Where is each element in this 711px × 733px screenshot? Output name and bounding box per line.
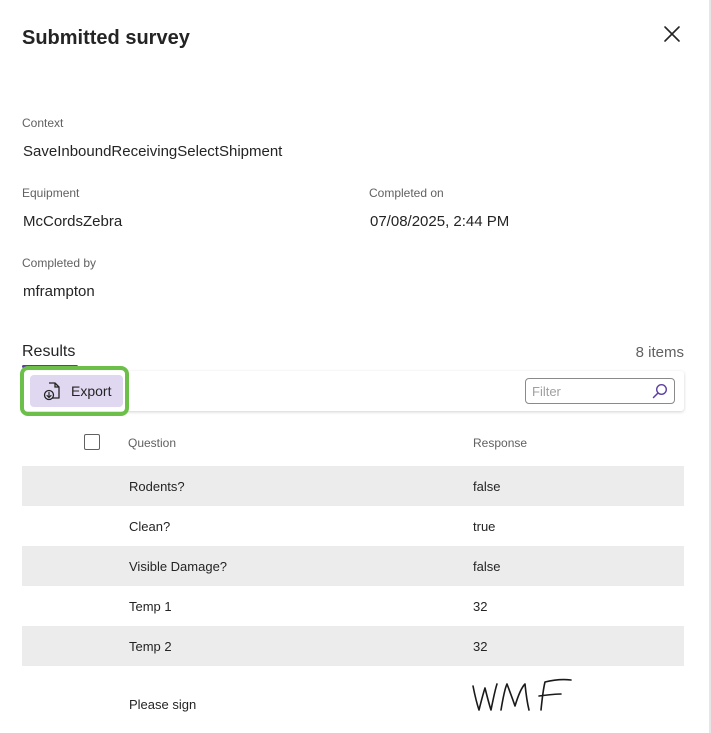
response-cell: 32 [473,639,488,654]
completed-on-value: 07/08/2025, 2:44 PM [370,213,510,230]
export-button[interactable]: Export [30,375,123,407]
signature-image [472,678,572,711]
close-icon [664,26,680,42]
column-header-response[interactable]: Response [473,436,527,450]
response-cell: false [473,559,501,574]
items-count: 8 items [635,344,684,361]
panel-title: Submitted survey [22,27,190,49]
select-all-checkbox[interactable] [84,434,100,450]
export-icon [43,382,60,401]
question-cell: Temp 2 [129,639,172,654]
completed-by-value: mframpton [23,283,95,300]
table-row[interactable]: Temp 1 32 [22,586,684,626]
filter-field[interactable] [525,378,675,404]
search-icon[interactable] [652,383,668,399]
tab-results[interactable]: Results [22,343,75,361]
question-cell: Please sign [129,697,197,712]
question-cell: Temp 1 [129,599,172,614]
completed-on-label: Completed on [369,186,444,200]
response-cell: true [473,519,496,534]
filter-input[interactable] [532,382,642,400]
submitted-survey-panel: Submitted survey Context SaveInboundRece… [0,0,711,733]
table-row[interactable]: Clean? true [22,506,684,546]
context-value: SaveInboundReceivingSelectShipment [23,143,283,160]
question-cell: Rodents? [129,479,185,494]
close-button[interactable] [660,22,684,46]
table-row[interactable]: Rodents? false [22,466,684,506]
export-label: Export [71,383,112,399]
equipment-label: Equipment [22,186,80,200]
question-cell: Clean? [129,519,171,534]
table-row[interactable]: Visible Damage? false [22,546,684,586]
table-row[interactable]: Please sign [22,666,684,733]
context-label: Context [22,116,64,130]
column-header-question[interactable]: Question [128,436,176,450]
response-cell: 32 [473,599,488,614]
equipment-value: McCordsZebra [23,213,123,230]
completed-by-label: Completed by [22,256,97,270]
table-row[interactable]: Temp 2 32 [22,626,684,666]
question-cell: Visible Damage? [129,559,228,574]
response-cell: false [473,479,501,494]
